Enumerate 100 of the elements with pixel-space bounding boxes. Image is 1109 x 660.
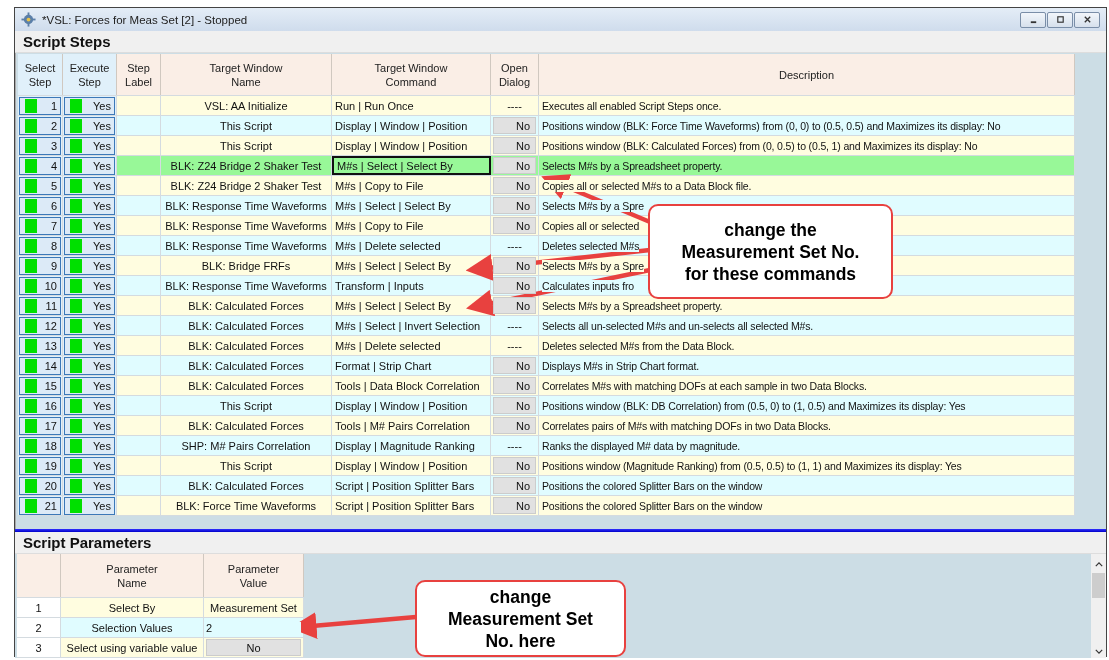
select-step-button[interactable]: 5 bbox=[19, 176, 61, 195]
execute-step-button[interactable]: Yes bbox=[64, 136, 115, 155]
execute-step-button[interactable]: Yes bbox=[64, 496, 115, 515]
row-number: 2 bbox=[17, 618, 61, 637]
select-step-button[interactable]: 20 bbox=[19, 476, 61, 495]
execute-step-button[interactable]: Yes bbox=[64, 336, 115, 355]
column-header: Target Window Name bbox=[161, 54, 332, 95]
toggle-button[interactable]: No bbox=[493, 257, 536, 274]
toggle-button[interactable]: No bbox=[493, 457, 536, 474]
select-step-button[interactable]: 6 bbox=[19, 196, 61, 215]
execute-step-button[interactable]: Yes bbox=[64, 156, 115, 175]
chevron-down-icon[interactable] bbox=[1094, 649, 1103, 654]
select-step-button[interactable]: 14 bbox=[19, 356, 61, 375]
toggle-button[interactable]: No bbox=[493, 357, 536, 374]
table-row[interactable]: 20 Yes BLK: Calculated Forces Script | Position Splitter Bars No Positions the colored Splitter Bars on the window bbox=[18, 476, 1075, 496]
table-row[interactable]: 13 Yes BLK: Calculated Forces M#s | Delete selected ---- Deletes selected M#s from the Data Block. bbox=[18, 336, 1075, 356]
toggle-button[interactable]: No bbox=[493, 217, 536, 234]
execute-step-button[interactable]: Yes bbox=[64, 356, 115, 375]
table-row[interactable]: 21 Yes BLK: Force Time Waveforms Script | Position Splitter Bars No Positions the colored Splitter Bars on the window bbox=[18, 496, 1075, 516]
execute-step-button[interactable]: Yes bbox=[64, 416, 115, 435]
select-step-button[interactable]: 17 bbox=[19, 416, 61, 435]
select-step-button[interactable]: 18 bbox=[19, 436, 61, 455]
table-row[interactable]: 5 Yes BLK: Z24 Bridge 2 Shaker Test M#s | Copy to File No Copies all or selected M#s to a Data Block file. bbox=[18, 176, 1075, 196]
select-step-button[interactable]: 9 bbox=[19, 256, 61, 275]
execute-step-button[interactable]: Yes bbox=[64, 216, 115, 235]
execute-step-button[interactable]: Yes bbox=[64, 116, 115, 135]
table-cell: Display | Magnitude Ranking bbox=[332, 436, 491, 455]
execute-step-button[interactable]: Yes bbox=[64, 276, 115, 295]
toggle-button[interactable]: No bbox=[493, 477, 536, 494]
column-header: Step Label bbox=[117, 54, 161, 95]
table-cell: Positions window (BLK: DB Correlation) from (0.5, 0) to (1, 0.5) and Maximizes its display: Yes bbox=[542, 399, 966, 412]
table-row[interactable]: 3 Yes This Script Display | Window | Position No Positions window (BLK: Calculated Forces) from (0, 0.5) to (0.5, 1) and Maximizes its display: No bbox=[18, 136, 1075, 156]
select-step-button[interactable]: 15 bbox=[19, 376, 61, 395]
toggle-button[interactable]: No bbox=[493, 177, 536, 194]
maximize-icon bbox=[1055, 15, 1065, 24]
execute-step-button[interactable]: Yes bbox=[64, 236, 115, 255]
select-step-button[interactable]: 3 bbox=[19, 136, 61, 155]
select-step-button[interactable]: 21 bbox=[19, 496, 61, 515]
toggle-button[interactable]: No bbox=[493, 157, 536, 174]
select-step-button[interactable]: 7 bbox=[19, 216, 61, 235]
toggle-button[interactable]: No bbox=[493, 397, 536, 414]
execute-step-button[interactable]: Yes bbox=[64, 376, 115, 395]
table-row[interactable]: 15 Yes BLK: Calculated Forces Tools | Data Block Correlation No Correlates M#s with matching DOFs at each sample in two Data Blocks. bbox=[18, 376, 1075, 396]
toggle-button[interactable]: No bbox=[493, 277, 536, 294]
table-row[interactable]: 4 Yes BLK: Z24 Bridge 2 Shaker Test M#s | Select | Select By No Selects M#s by a Spreadsheet property. bbox=[18, 156, 1075, 176]
execute-step-button[interactable]: Yes bbox=[64, 436, 115, 455]
table-row[interactable]: 14 Yes BLK: Calculated Forces Format | Strip Chart No Displays M#s in Strip Chart format. bbox=[18, 356, 1075, 376]
select-step-button[interactable]: 4 bbox=[19, 156, 61, 175]
toggle-button[interactable]: No bbox=[493, 417, 536, 434]
table-row[interactable]: 12 Yes BLK: Calculated Forces M#s | Select | Invert Selection ---- Selects all un-selected M#s and un-selects all selected M#s. bbox=[18, 316, 1075, 336]
table-cell: ---- bbox=[507, 439, 522, 452]
select-step-button[interactable]: 8 bbox=[19, 236, 61, 255]
annotation-tooltip: change the Measurement Set No. for these commands bbox=[648, 204, 893, 299]
select-step-button[interactable]: 10 bbox=[19, 276, 61, 295]
close-icon bbox=[1082, 15, 1092, 24]
select-step-button[interactable]: 19 bbox=[19, 456, 61, 475]
table-cell: Select By bbox=[61, 598, 204, 617]
toggle-button[interactable]: No bbox=[493, 377, 536, 394]
select-step-button[interactable]: 1 bbox=[19, 96, 61, 115]
table-row[interactable]: 18 Yes SHP: M# Pairs Correlation Display | Magnitude Ranking ---- Ranks the displayed M# data by magnitude. bbox=[18, 436, 1075, 456]
execute-step-button[interactable]: Yes bbox=[64, 476, 115, 495]
toggle-button[interactable]: No bbox=[493, 297, 536, 314]
table-row[interactable]: 1 Yes VSL: AA Initialize Run | Run Once ---- Executes all enabled Script Steps once. bbox=[18, 96, 1075, 116]
execute-step-button[interactable]: Yes bbox=[64, 456, 115, 475]
table-cell: Positions window (BLK: Calculated Forces) from (0, 0.5) to (0.5, 1) and Maximizes its display: No bbox=[542, 139, 978, 152]
maximize-button[interactable] bbox=[1047, 11, 1073, 28]
execute-step-button[interactable]: Yes bbox=[64, 296, 115, 315]
select-step-button[interactable]: 12 bbox=[19, 316, 61, 335]
execute-step-button[interactable]: Yes bbox=[64, 396, 115, 415]
toggle-button[interactable]: No bbox=[206, 639, 301, 656]
scrollbar[interactable] bbox=[1091, 554, 1106, 658]
execute-step-button[interactable]: Yes bbox=[64, 196, 115, 215]
close-button[interactable] bbox=[1074, 11, 1100, 28]
table-row[interactable]: 19 Yes This Script Display | Window | Position No Positions window (Magnitude Ranking) from (0.5, 0.5) to (1, 1) and Maximizes its display: Yes bbox=[18, 456, 1075, 476]
execute-step-button[interactable]: Yes bbox=[64, 96, 115, 115]
table-cell: Format | Strip Chart bbox=[332, 356, 491, 375]
toggle-button[interactable]: No bbox=[493, 117, 536, 134]
execute-step-button[interactable]: Yes bbox=[64, 316, 115, 335]
chevron-up-icon[interactable] bbox=[1094, 562, 1103, 567]
table-cell: Executes all enabled Script Steps once. bbox=[542, 99, 722, 112]
table-row[interactable]: 17 Yes BLK: Calculated Forces Tools | M# Pairs Correlation No Correlates pairs of M#s with matching DOFs in two Data Blocks. bbox=[18, 416, 1075, 436]
table-row[interactable]: 11 Yes BLK: Calculated Forces M#s | Select | Select By No Selects M#s by a Spreadsheet property. bbox=[18, 296, 1075, 316]
table-cell: Display | Window | Position bbox=[332, 116, 491, 135]
input-field[interactable]: 2 bbox=[206, 621, 301, 634]
scrollbar-thumb[interactable] bbox=[1092, 573, 1105, 598]
select-step-button[interactable]: 11 bbox=[19, 296, 61, 315]
table-row[interactable]: 2 Yes This Script Display | Window | Position No Positions window (BLK: Force Time Waveforms) from (0, 0) to (0.5, 0.5) and Maximizes its display: No bbox=[18, 116, 1075, 136]
toggle-button[interactable]: No bbox=[493, 197, 536, 214]
window-title: *VSL: Forces for Meas Set [2] - Stopped bbox=[42, 13, 248, 26]
execute-step-button[interactable]: Yes bbox=[64, 176, 115, 195]
execute-step-button[interactable]: Yes bbox=[64, 256, 115, 275]
table-row[interactable]: 16 Yes This Script Display | Window | Position No Positions window (BLK: DB Correlation) from (0.5, 0) to (1, 0.5) and Maximizes its display: Yes bbox=[18, 396, 1075, 416]
select-step-button[interactable]: 16 bbox=[19, 396, 61, 415]
toggle-button[interactable]: No bbox=[493, 497, 536, 514]
minimize-button[interactable] bbox=[1020, 11, 1046, 28]
table-cell: Positions window (Magnitude Ranking) from (0.5, 0.5) to (1, 1) and Maximizes its display: Yes bbox=[542, 459, 962, 472]
select-step-button[interactable]: 2 bbox=[19, 116, 61, 135]
table-cell: Correlates M#s with matching DOFs at each sample in two Data Blocks. bbox=[542, 379, 867, 392]
toggle-button[interactable]: No bbox=[493, 137, 536, 154]
select-step-button[interactable]: 13 bbox=[19, 336, 61, 355]
